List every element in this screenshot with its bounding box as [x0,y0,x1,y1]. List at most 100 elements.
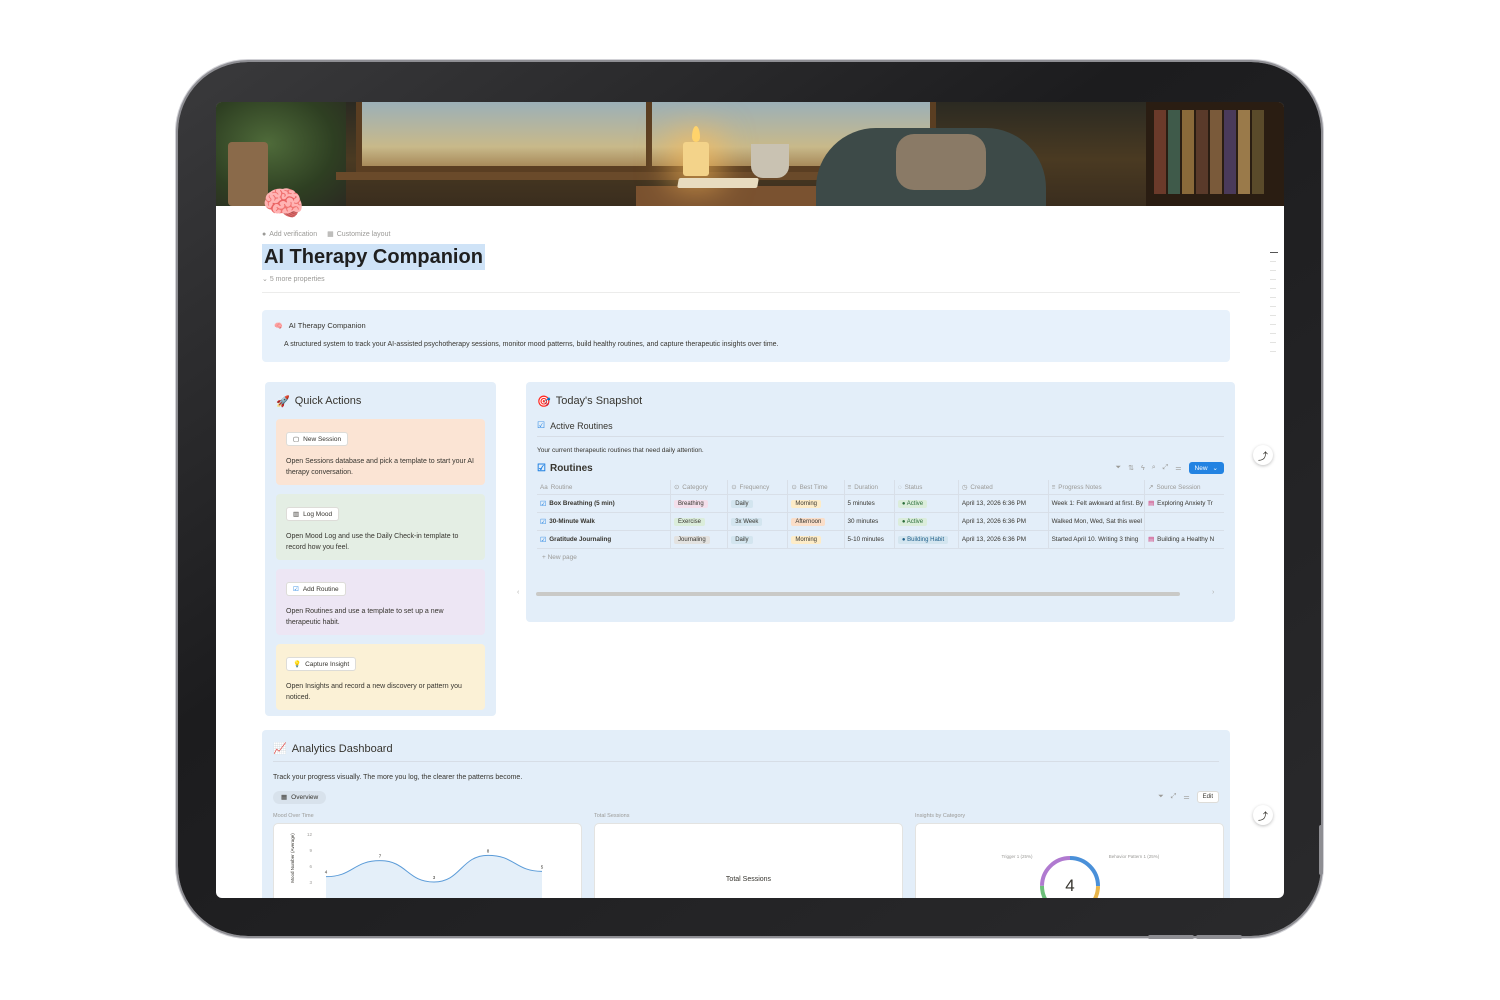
text-icon: Aa [540,483,548,491]
cover-image[interactable] [216,102,1284,206]
page-outline-ticks[interactable] [1270,252,1280,360]
new-page-button[interactable]: + New page [537,554,1224,566]
column-header[interactable]: ⊙ Frequency [728,480,789,494]
new-session-button[interactable]: ▢ New Session [286,432,349,446]
grid-icon: ▦ [281,794,288,801]
text-lines-icon: ≡ [1051,483,1056,491]
gesture-button[interactable]: ⤴ [1253,805,1273,825]
source-session-link[interactable]: Exploring Anxiety Tr [1157,500,1213,507]
settings-icon[interactable]: ⚌ [1183,793,1189,801]
checkbox-icon: ☑ [540,500,547,508]
expand-icon[interactable]: ⤢ [1171,793,1177,801]
capture-insight-button[interactable]: 💡 Capture Insight [286,657,357,671]
page-link-icon: ▤ [1148,536,1155,543]
active-routines-heading: Active Routines [550,420,613,431]
routines-db-title[interactable]: Routines [550,463,593,474]
filter-icon[interactable]: ⏷ [1116,464,1122,472]
routine-name[interactable]: Box Breathing (5 min) [549,500,614,507]
best-time-tag: Morning [791,535,822,544]
table-row[interactable]: ☑ 30-Minute Walk Exercise 3x Week Afterno… [537,513,1224,531]
select-icon: ⊙ [674,483,680,491]
donut-label-left: Trigger 1 (25%) [1001,854,1033,859]
routine-name[interactable]: 30-Minute Walk [549,518,595,525]
insights-by-category-chart[interactable]: 4 Trigger 1 (25%) Behavior Pattern 1 (25… [915,823,1224,898]
column-header[interactable]: ◌ Status [895,480,959,494]
tablet-button [1196,935,1242,939]
add-verification-button[interactable]: ● Add verification [262,230,317,238]
chart-icon: ▥ [293,511,300,518]
analytics-dashboard-panel: 📈 Analytics Dashboard Track your progress… [262,730,1230,898]
intro-callout: 🧠 AI Therapy Companion A structured syste… [262,310,1230,362]
layout-icon: ▦ [327,231,334,238]
y-tick-label: 3 [309,880,312,885]
snapshot-heading: Today's Snapshot [555,395,643,407]
column-header[interactable]: ≡ Progress Notes [1049,480,1146,494]
sessions-chart-label: Total Sessions [594,813,630,819]
snapshot-description: Your current therapeutic routines that n… [537,447,704,454]
lightbulb-icon: 💡 [293,661,302,668]
settings-icon[interactable]: ⚌ [1175,464,1181,472]
created-date: April 13, 2026 6:36 PM [961,500,1026,507]
source-session-link[interactable]: Building a Healthy N [1157,536,1214,543]
gesture-button[interactable]: ⤴ [1253,445,1273,465]
chevron-down-icon: ⌄ [1212,465,1218,472]
sort-icon[interactable]: ⇅ [1128,464,1134,472]
customize-layout-button[interactable]: ▦ Customize layout [327,230,390,239]
total-sessions-caption: Total Sessions [725,876,772,883]
log-mood-button[interactable]: ▥ Log Mood [286,507,340,521]
callout-description: A structured system to track your AI-ass… [284,341,779,348]
insights-chart-label: Insights by Category [915,813,966,819]
quick-action-description: Open Sessions database and pick a templa… [286,458,474,476]
automation-icon[interactable]: ϟ [1141,465,1145,472]
status-badge: ● Active [897,499,928,508]
swipe-icon: ⤴ [1258,811,1268,823]
column-header[interactable]: ◷ Created [959,480,1049,494]
page-meta-row: ● Add verification ▦ Customize layout [262,230,390,239]
checkbox-icon: ☑ [537,420,546,430]
horizontal-scrollbar[interactable]: ‹ › [517,589,1235,598]
tab-overview[interactable]: ▦ Overview [273,790,327,804]
column-header[interactable]: ⊙ Best Time [788,480,845,494]
table-row[interactable]: ☑ Box Breathing (5 min) Breathing Daily M… [537,495,1224,513]
add-routine-button[interactable]: ☑ Add Routine [286,582,346,596]
brain-icon: 🧠 [274,322,283,330]
category-tag: Breathing [674,499,708,508]
column-header[interactable]: ↗ Source Session [1145,480,1224,494]
expand-icon[interactable]: ⤢ [1163,464,1169,472]
routine-name[interactable]: Gratitude Journaling [549,536,611,543]
quick-action-card-new-session: ▢ New Session Open Sessions database and … [276,419,485,485]
category-tag: Journaling [674,535,710,544]
mood-over-time-chart[interactable]: Mood Number (Average) 12 9 6 3 4 7 3 8 5 [273,823,582,898]
target-icon: 🎯 [537,395,551,408]
text-lines-icon: ≡ [847,483,852,491]
table-row[interactable]: ☑ Gratitude Journaling Journaling Daily M… [537,531,1224,549]
database-icon: ☑ [537,462,546,474]
new-routine-button[interactable]: New ⌄ [1188,462,1224,474]
app-screen: 🧠 ● Add verification ▦ Customize layout AI… [216,102,1284,898]
status-badge: ● Active [897,517,928,526]
analytics-heading: Analytics Dashboard [291,742,393,755]
quick-action-description: Open Insights and record a new discovery… [286,683,462,701]
y-axis-label: Mood Number (Average) [290,833,295,883]
mood-chart-svg: Mood Number (Average) 12 9 6 3 4 7 3 8 5 [290,832,544,898]
select-icon: ⊙ [791,483,797,491]
data-label: 7 [379,854,382,859]
scroll-right-icon[interactable]: › [1212,589,1214,596]
quick-action-description: Open Routines and use a template to set … [286,608,444,626]
column-header[interactable]: Aa Routine [537,480,671,494]
search-icon[interactable]: ⌕ [1152,464,1156,472]
column-header[interactable]: ≡ Duration [845,480,895,494]
callout-title: AI Therapy Companion [288,321,366,330]
scrollbar-thumb[interactable] [536,592,1180,596]
page-title[interactable]: AI Therapy Companion [262,244,485,270]
chevron-down-icon: ⌄ [262,276,270,283]
checkbox-icon: ☑ [540,536,547,544]
filter-icon[interactable]: ⏷ [1158,793,1164,801]
more-properties-toggle[interactable]: ⌄ 5 more properties [262,275,325,283]
scroll-left-icon[interactable]: ‹ [517,589,519,596]
page-link-icon: ▤ [1148,500,1155,507]
column-header[interactable]: ⊙ Category [671,480,729,494]
total-sessions-card[interactable]: Total Sessions [594,823,903,898]
brain-icon[interactable]: 🧠 [262,187,304,221]
edit-button[interactable]: Edit [1196,791,1219,803]
